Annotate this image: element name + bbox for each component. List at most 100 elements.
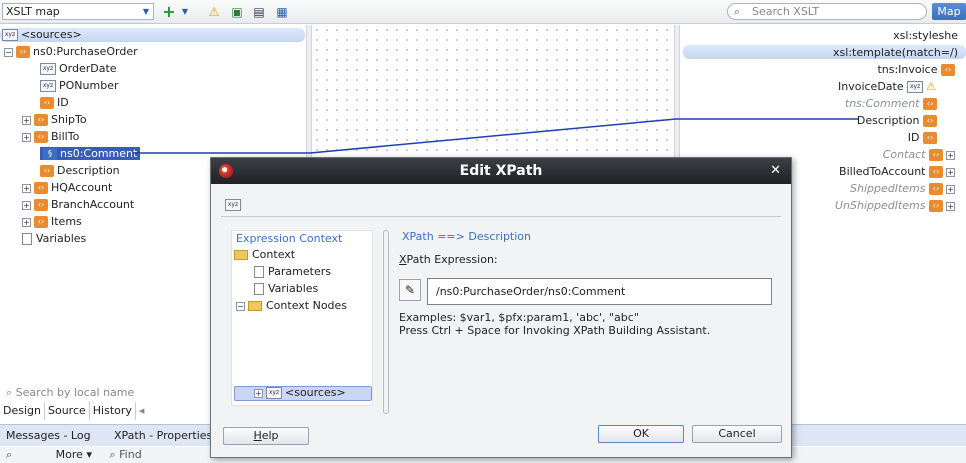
- tree-item-id[interactable]: ‹› ID: [40, 94, 69, 111]
- edit-xpath-dialog: Edit XPath ✕ xyz Expression Context Cont…: [210, 157, 792, 458]
- tree-item-comment[interactable]: § ns0:Comment: [40, 145, 141, 162]
- tree-item-items[interactable]: + ‹› Items: [22, 213, 82, 230]
- target-item-billedtoaccount[interactable]: BilledToAccount ‹› +: [839, 163, 958, 180]
- target-template[interactable]: xsl:template(match=/): [833, 44, 958, 61]
- expand-icon[interactable]: +: [22, 115, 31, 125]
- element-icon: ‹›: [34, 131, 48, 143]
- attribute-icon: xyz: [40, 63, 56, 75]
- element-icon: ‹›: [929, 200, 943, 212]
- help-button[interactable]: Help: [223, 427, 309, 445]
- element-icon: ‹›: [16, 46, 30, 58]
- context-item-parameters[interactable]: Parameters: [254, 263, 331, 280]
- element-icon: ‹›: [40, 97, 54, 109]
- tab-source[interactable]: Source: [45, 402, 90, 420]
- element-icon: ‹›: [929, 166, 943, 178]
- target-item-unshippeditems[interactable]: UnShippedItems ‹› +: [835, 197, 958, 214]
- tree-item-selected[interactable]: § ns0:Comment: [40, 147, 141, 160]
- expression-context-tree: Expression Context Context Parameters Va…: [231, 230, 373, 406]
- xpath-expression-input[interactable]: /ns0:PurchaseOrder/ns0:Comment: [427, 278, 772, 305]
- tab-design[interactable]: Design: [0, 402, 45, 420]
- context-item-context-nodes[interactable]: − Context Nodes: [236, 297, 347, 314]
- expand-icon[interactable]: +: [254, 388, 263, 398]
- tab-messages-log[interactable]: Messages - Log: [6, 428, 91, 444]
- chevron-down-icon[interactable]: ▼: [176, 3, 194, 21]
- element-icon: ‹›: [929, 149, 943, 161]
- element-icon: ‹›: [34, 199, 48, 211]
- dialog-titlebar[interactable]: Edit XPath ✕: [211, 158, 791, 184]
- dialog-title: Edit XPath: [459, 163, 543, 179]
- context-item-sources[interactable]: + xyz <sources>: [254, 384, 346, 401]
- element-icon: ‹›: [923, 115, 937, 127]
- document-icon: [22, 233, 32, 245]
- comment-icon: §: [43, 148, 57, 160]
- element-icon: ‹›: [34, 182, 48, 194]
- xpath-hint: Press Ctrl + Space for Invoking XPath Bu…: [399, 324, 711, 337]
- collapse-icon[interactable]: −: [4, 47, 13, 57]
- document-icon: [254, 266, 264, 278]
- tree-item-description[interactable]: ‹› Description: [40, 162, 120, 179]
- xslt-search-input[interactable]: ⌕ Search XSLT: [727, 3, 927, 20]
- scroll-left-icon[interactable]: ◂: [136, 402, 148, 420]
- find-input[interactable]: ⌕ Find: [109, 448, 141, 461]
- tree-item-variables[interactable]: Variables: [22, 230, 86, 247]
- context-item-variables[interactable]: Variables: [254, 280, 318, 297]
- tree-item-orderdate[interactable]: xyz OrderDate: [40, 60, 117, 77]
- target-item-shippeditems[interactable]: ShippedItems ‹› +: [850, 180, 958, 197]
- element-icon: ‹›: [34, 216, 48, 228]
- target-item-invoice[interactable]: tns:Invoice ‹›: [877, 61, 958, 78]
- tree-item-branchaccount[interactable]: + ‹› BranchAccount: [22, 196, 134, 213]
- test-icon[interactable]: ▤: [250, 3, 268, 21]
- tree-item-purchaseorder[interactable]: − ‹› ns0:PurchaseOrder: [4, 43, 138, 60]
- tab-history[interactable]: History: [90, 402, 136, 420]
- expand-icon[interactable]: +: [22, 132, 31, 142]
- more-menu[interactable]: More ▾: [56, 448, 92, 461]
- search-icon[interactable]: ⌕: [6, 448, 12, 461]
- context-item-context[interactable]: Context: [234, 246, 295, 263]
- element-icon: ‹›: [941, 64, 955, 76]
- element-icon: ‹›: [929, 183, 943, 195]
- element-icon: ‹›: [923, 98, 937, 110]
- expand-icon[interactable]: +: [22, 183, 31, 193]
- divider: [221, 216, 781, 217]
- expand-icon[interactable]: +: [946, 167, 955, 177]
- attribute-icon: xyz: [40, 80, 56, 92]
- expand-icon[interactable]: +: [946, 201, 955, 211]
- target-stylesheet[interactable]: xsl:styleshe: [893, 27, 958, 44]
- folder-icon: [234, 250, 248, 260]
- cancel-button[interactable]: Cancel: [692, 425, 782, 443]
- expand-icon[interactable]: +: [22, 217, 31, 227]
- editor-tabs: Design Source History ◂: [0, 402, 210, 420]
- xpath-help-text: Examples: $var1, $pfx:param1, 'abc', "ab…: [399, 311, 710, 337]
- tab-xpath-properties[interactable]: XPath - Properties: [114, 428, 212, 444]
- tree-item-hqaccount[interactable]: + ‹› HQAccount: [22, 179, 112, 196]
- tree-item-shipto[interactable]: + ‹› ShipTo: [22, 111, 87, 128]
- ok-button[interactable]: OK: [598, 425, 684, 443]
- sources-icon: xyz: [2, 29, 18, 41]
- element-icon: ‹›: [40, 165, 54, 177]
- target-item-contact[interactable]: Contact ‹› +: [883, 146, 958, 163]
- expand-icon[interactable]: +: [22, 200, 31, 210]
- collapse-icon[interactable]: −: [236, 301, 245, 311]
- map-button[interactable]: Map: [932, 3, 966, 20]
- warning-icon[interactable]: ⚠: [205, 3, 223, 21]
- search-icon: ⌕: [6, 386, 16, 399]
- map-select[interactable]: XSLT map ▼: [2, 3, 154, 20]
- dialog-splitter[interactable]: [383, 230, 389, 414]
- validate-icon[interactable]: ▣: [228, 3, 246, 21]
- target-item-comment[interactable]: tns:Comment ‹›: [845, 95, 940, 112]
- tree-item-billto[interactable]: + ‹› BillTo: [22, 128, 79, 145]
- local-name-search-input[interactable]: ⌕ Search by local name: [0, 384, 210, 402]
- tree-item-ponumber[interactable]: xyz PONumber: [40, 77, 118, 94]
- expand-icon[interactable]: +: [946, 184, 955, 194]
- sources-root[interactable]: xyz <sources>: [2, 26, 82, 43]
- target-item-description[interactable]: Description ‹›: [857, 112, 940, 129]
- target-item-id[interactable]: ID ‹›: [908, 129, 940, 146]
- document-icon: [254, 283, 264, 295]
- element-icon: ‹›: [34, 114, 48, 126]
- expand-icon[interactable]: +: [946, 150, 955, 160]
- attribute-icon: xyz: [907, 81, 924, 93]
- properties-icon[interactable]: ▦: [273, 3, 291, 21]
- close-icon[interactable]: ✕: [770, 158, 781, 184]
- pencil-icon[interactable]: ✎: [399, 279, 421, 301]
- target-item-invoicedate[interactable]: InvoiceDate xyz ⚠: [838, 78, 936, 95]
